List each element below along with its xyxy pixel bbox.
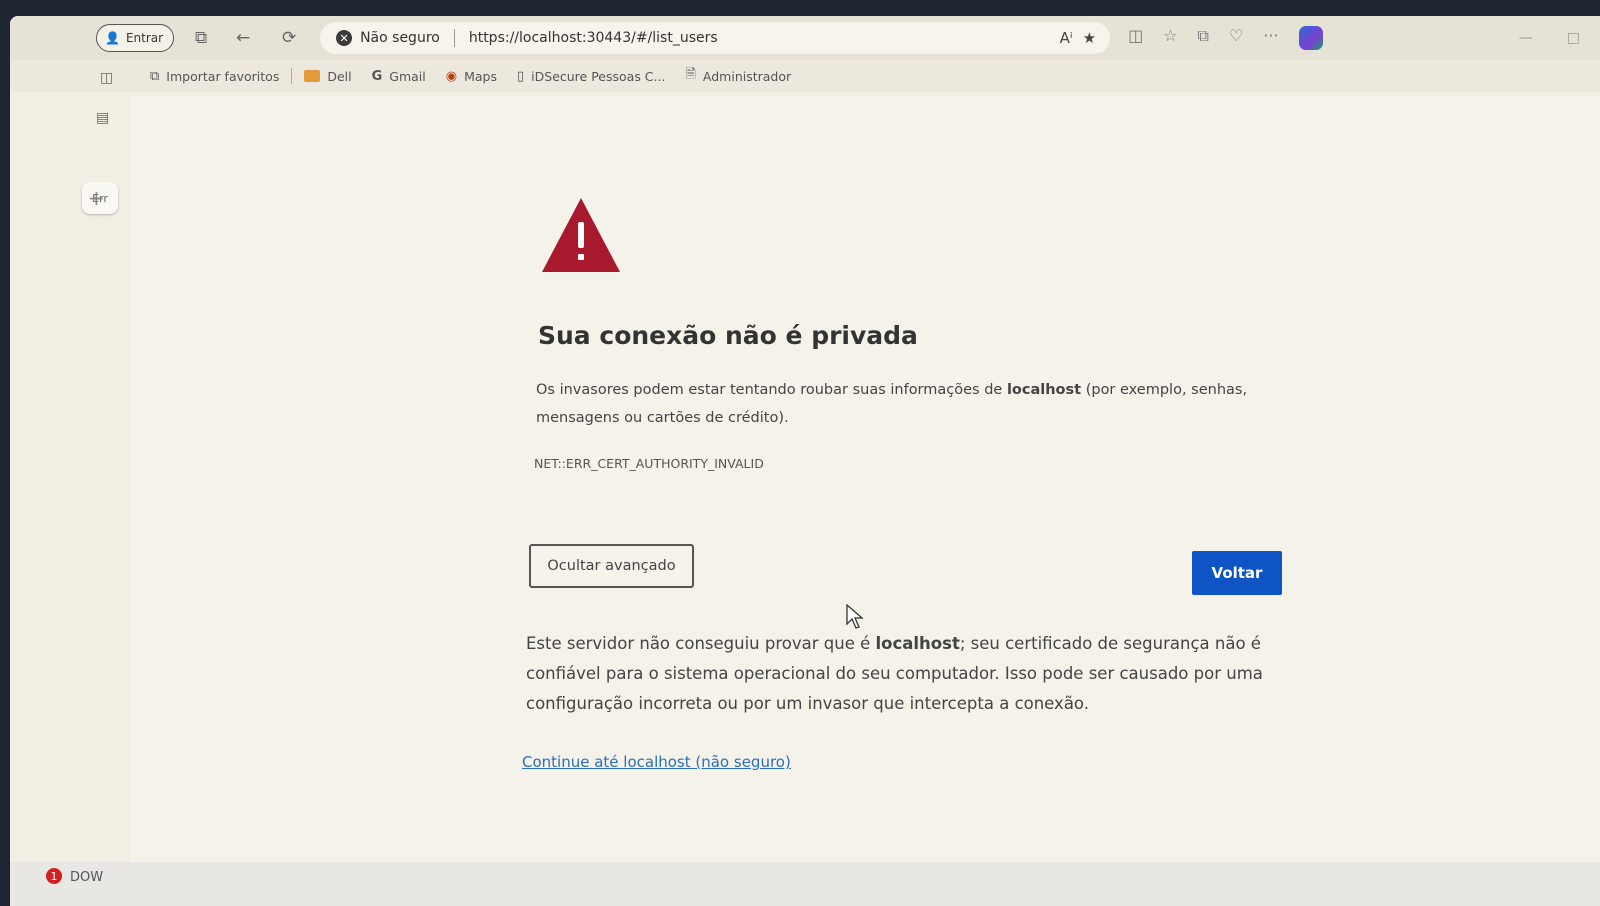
bookmark-label: iDSecure Pessoas C... — [531, 68, 666, 84]
bookmark-dell[interactable]: Dell — [304, 68, 352, 84]
error-page: Sua conexão não é privada Os invasores p… — [130, 96, 1600, 870]
back-button[interactable]: Voltar — [1192, 551, 1282, 595]
browser-window: 👤 Entrar ⧉ ← ⟳ ✕ Não seguro https://loca… — [10, 16, 1600, 900]
google-icon: G — [371, 68, 383, 84]
profile-button[interactable]: 👤 Entrar — [96, 24, 175, 52]
host-name: localhost — [875, 634, 960, 653]
bookmark-gmail[interactable]: G Gmail — [372, 69, 426, 84]
workspaces-icon[interactable]: ⧉ — [186, 23, 216, 53]
hide-advanced-button[interactable]: Ocultar avançado — [529, 544, 694, 588]
window-controls: — □ — [1519, 30, 1580, 46]
page-title: Sua conexão não é privada — [538, 321, 918, 350]
error-code[interactable]: NET::ERR_CERT_AUTHORITY_INVALID — [534, 456, 764, 471]
page-icon: 🗎 — [685, 67, 696, 82]
browser-essentials-icon[interactable]: ♡ — [1229, 26, 1243, 50]
proceed-unsafe-link[interactable]: Continue até localhost (não seguro) — [522, 753, 791, 771]
taskbar-label[interactable]: DOW — [70, 870, 103, 885]
copilot-icon[interactable] — [1298, 26, 1323, 50]
vertical-tabs-sidebar: ◫ ▤ Err + — [10, 60, 130, 900]
details-text-part: Este servidor não conseguiu provar que é — [526, 634, 876, 653]
bookmark-import[interactable]: ⧉ Importar favoritos — [150, 69, 279, 84]
bookmark-divider — [291, 68, 293, 84]
host-name: localhost — [1006, 382, 1082, 398]
address-actions: Aⁱ ★ — [1060, 29, 1096, 47]
bookmarks-bar: ⧉ Importar favoritos Dell G Gmail ◉ Maps… — [10, 60, 1600, 92]
collections-icon[interactable]: ⧉ — [1198, 26, 1209, 50]
bookmark-idsecure[interactable]: ▯ iDSecure Pessoas C... — [517, 69, 665, 84]
folder-icon — [304, 70, 321, 82]
mouse-cursor-icon — [846, 604, 864, 629]
bookmark-label: Administrador — [702, 68, 792, 84]
not-secure-icon[interactable]: ✕ — [336, 30, 353, 46]
title-bar: 👤 Entrar ⧉ ← ⟳ ✕ Não seguro https://loca… — [10, 16, 1600, 60]
warning-triangle-icon — [542, 198, 620, 272]
notification-badge[interactable]: 1 — [46, 868, 62, 884]
minimize-icon[interactable]: — — [1519, 30, 1533, 46]
id-icon: ▯ — [517, 68, 525, 84]
toolbar-icons: ◫ ☆ ⧉ ♡ ··· — [1128, 26, 1323, 50]
bookmark-label: Dell — [327, 68, 352, 84]
favorites-icon[interactable]: ☆ — [1163, 26, 1177, 50]
bookmark-label: Gmail — [389, 68, 426, 84]
bookmark-maps[interactable]: ◉ Maps — [446, 69, 497, 84]
taskbar: 1 DOW — [10, 862, 1600, 906]
warning-description: Os invasores podem estar tentando roubar… — [536, 376, 1256, 432]
user-icon: 👤 — [105, 31, 120, 45]
map-pin-icon: ◉ — [445, 68, 458, 84]
address-divider — [453, 29, 455, 47]
import-icon: ⧉ — [150, 68, 160, 84]
refresh-icon[interactable]: ⟳ — [274, 23, 304, 53]
profile-label: Entrar — [125, 31, 164, 45]
security-label[interactable]: Não seguro — [360, 30, 440, 46]
favorite-star-icon[interactable]: ★ — [1083, 29, 1096, 47]
new-tab-icon[interactable]: + — [88, 186, 105, 210]
bookmark-administrador[interactable]: 🗎 Administrador — [685, 65, 791, 87]
bookmark-label: Maps — [464, 68, 497, 84]
back-icon[interactable]: ← — [228, 23, 258, 53]
advanced-details: Este servidor não conseguiu provar que é… — [526, 629, 1266, 719]
split-screen-icon[interactable]: ◫ — [1128, 26, 1143, 50]
read-aloud-icon[interactable]: Aⁱ — [1060, 29, 1073, 47]
more-menu-icon[interactable]: ··· — [1263, 26, 1278, 50]
tab-actions-icon[interactable]: ▤ — [96, 110, 109, 126]
sidebar-toggle-icon[interactable]: ◫ — [100, 70, 113, 86]
maximize-icon[interactable]: □ — [1567, 30, 1580, 46]
url-text[interactable]: https://localhost:30443/#/list_users — [469, 30, 1060, 46]
address-bar[interactable]: ✕ Não seguro https://localhost:30443/#/l… — [320, 22, 1111, 54]
warning-text-part: Os invasores podem estar tentando roubar… — [536, 382, 1007, 398]
bookmark-label: Importar favoritos — [166, 68, 280, 84]
